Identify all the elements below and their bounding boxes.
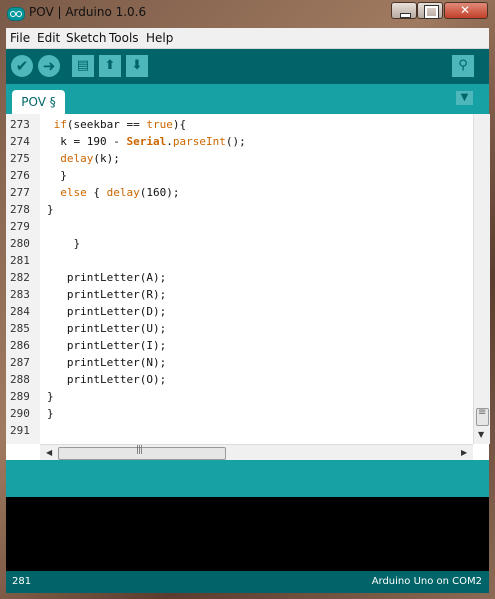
scroll-down-arrow-icon[interactable]: ▼ <box>478 430 484 439</box>
menu-help[interactable]: Help <box>146 31 173 45</box>
code-line: printLetter(O); <box>47 373 167 386</box>
code-line: printLetter(I); <box>47 339 167 352</box>
line-number: 278 <box>10 203 30 216</box>
tab-bar: POV § ▼ <box>6 84 489 114</box>
line-number: 291 <box>10 424 30 437</box>
code-editor: 273 274 275 276 277 278 279 280 281 282 283 284 285 2… <box>6 114 490 461</box>
toolbar: ✔ ➜ ▤ ⬆ ⬇ ⚲ <box>6 49 489 84</box>
line-number: 273 <box>10 118 30 131</box>
line-number: 286 <box>10 339 30 352</box>
app-client-area: File Edit Sketch Tools Help ✔ ➜ ▤ ⬆ ⬇ ⚲ <box>6 28 490 593</box>
arrow-up-icon: ⬆ <box>104 58 116 73</box>
minimize-button[interactable] <box>391 2 417 19</box>
line-number: 279 <box>10 220 30 233</box>
arrow-right-icon: ➜ <box>42 57 56 75</box>
maximize-button[interactable] <box>417 2 443 19</box>
line-number: 275 <box>10 152 30 165</box>
horizontal-scroll-thumb[interactable] <box>58 445 226 460</box>
board-port-label: Arduino Uno on COM2 <box>371 576 482 587</box>
code-line: } <box>47 390 54 403</box>
open-sketch-button[interactable]: ⬆ <box>99 55 121 77</box>
code-line: else { delay(160); <box>60 186 180 199</box>
menu-sketch[interactable]: Sketch <box>66 31 106 45</box>
magnifier-icon: ⚲ <box>458 58 468 73</box>
upload-button[interactable]: ➜ <box>38 55 60 77</box>
line-number: 287 <box>10 356 30 369</box>
line-number: 288 <box>10 373 30 386</box>
line-number: 285 <box>10 322 30 335</box>
vertical-scrollbar[interactable]: ▼ <box>473 114 490 444</box>
document-icon: ▤ <box>76 58 90 73</box>
menu-bar: File Edit Sketch Tools Help <box>6 28 489 49</box>
code-text-area[interactable]: if(seekbar == true){ k = 190 - Serial.pa… <box>40 114 473 444</box>
line-number: 282 <box>10 271 30 284</box>
triangle-down-icon: ▼ <box>460 92 469 103</box>
horizontal-scrollbar[interactable]: ◀ ▶ <box>40 444 473 461</box>
line-number: 290 <box>10 407 30 420</box>
check-icon: ✔ <box>15 57 29 75</box>
menu-tools[interactable]: Tools <box>109 31 139 45</box>
save-sketch-button[interactable]: ⬇ <box>126 55 148 77</box>
console-output <box>6 497 489 571</box>
menu-edit[interactable]: Edit <box>37 31 60 45</box>
message-area <box>6 460 489 497</box>
window-frame: POV | Arduino 1.0.6 File Edit Sketch Too… <box>0 0 495 599</box>
scroll-right-arrow-icon[interactable]: ▶ <box>461 448 467 457</box>
code-line: printLetter(U); <box>47 322 167 335</box>
tab-pov[interactable]: POV § <box>12 90 65 114</box>
tab-menu-button[interactable]: ▼ <box>456 91 473 105</box>
code-line: } <box>47 237 81 250</box>
close-button[interactable] <box>444 2 488 19</box>
code-line: } <box>47 169 67 182</box>
line-number: 276 <box>10 169 30 182</box>
new-sketch-button[interactable]: ▤ <box>72 55 94 77</box>
line-number: 277 <box>10 186 30 199</box>
code-line: delay(k); <box>60 152 120 165</box>
current-line-number: 281 <box>12 576 32 587</box>
code-line: printLetter(D); <box>47 305 167 318</box>
code-line: if(seekbar == true){ <box>53 118 187 131</box>
code-line: } <box>47 407 54 420</box>
vertical-scroll-thumb[interactable] <box>476 407 489 426</box>
line-number: 289 <box>10 390 30 403</box>
arrow-down-icon: ⬇ <box>131 58 143 73</box>
line-number-gutter: 273 274 275 276 277 278 279 280 281 282 283 284 285 2… <box>6 114 40 444</box>
line-number: 274 <box>10 135 30 148</box>
line-number: 280 <box>10 237 30 250</box>
code-line: printLetter(A); <box>47 271 167 284</box>
scroll-left-arrow-icon[interactable]: ◀ <box>46 448 52 457</box>
serial-monitor-button[interactable]: ⚲ <box>452 55 474 77</box>
line-number: 284 <box>10 305 30 318</box>
verify-button[interactable]: ✔ <box>11 55 33 77</box>
code-line: } <box>47 203 54 216</box>
code-line: printLetter(R); <box>47 288 167 301</box>
code-line: k = 190 - Serial.parseInt(); <box>47 135 246 148</box>
line-number: 281 <box>10 254 30 267</box>
window-title: POV | Arduino 1.0.6 <box>29 5 147 19</box>
status-bar: 281 Arduino Uno on COM2 <box>6 571 489 593</box>
title-bar: POV | Arduino 1.0.6 <box>0 0 495 28</box>
line-number: 283 <box>10 288 30 301</box>
arduino-logo-icon <box>7 7 25 21</box>
code-line: printLetter(N); <box>47 356 167 369</box>
menu-file[interactable]: File <box>10 31 30 45</box>
